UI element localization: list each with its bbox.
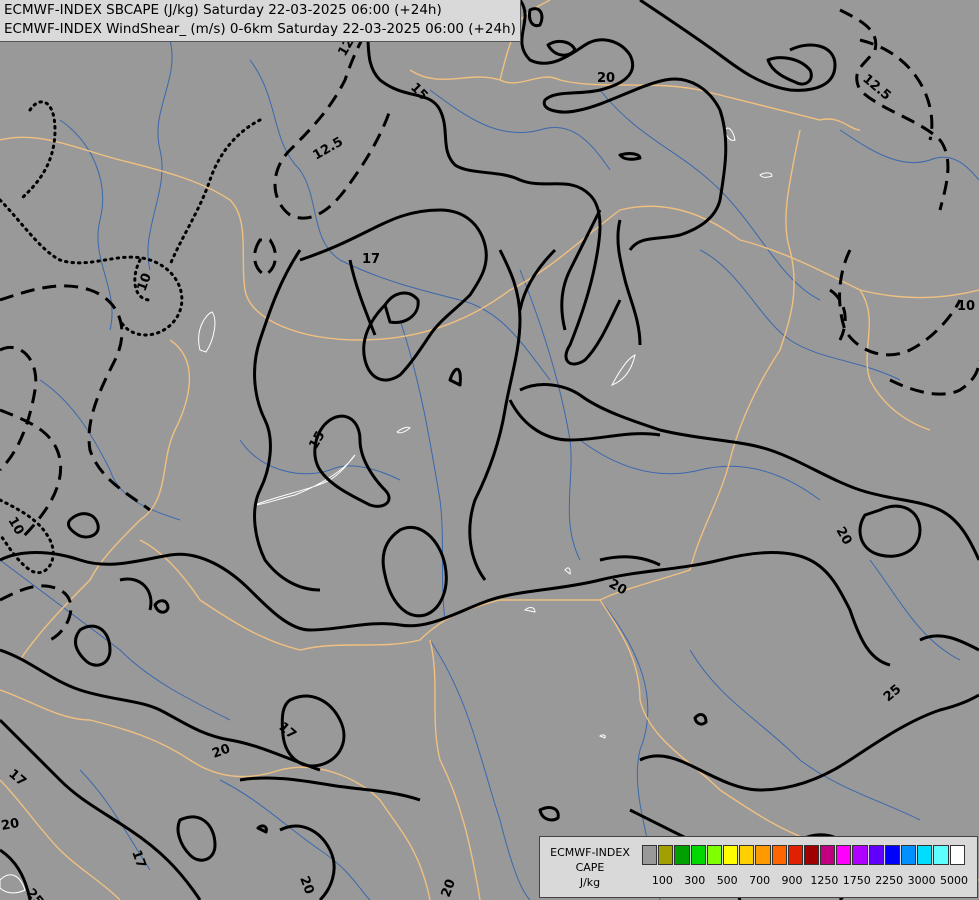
legend-swatch — [755, 845, 771, 865]
legend-swatch — [901, 845, 917, 865]
legend-swatch — [933, 845, 949, 865]
legend-swatch — [852, 845, 868, 865]
legend-tick-label: 300 — [684, 874, 706, 887]
legend-tick-label: 500 — [716, 874, 738, 887]
contour-label: 17 — [362, 252, 380, 267]
legend-swatch — [820, 845, 836, 865]
legend-tick-label: 700 — [749, 874, 771, 887]
legend-tick-label: 1250 — [810, 874, 839, 887]
legend-swatch — [884, 845, 900, 865]
legend-swatch — [771, 845, 787, 865]
header-line-sbcape: ECMWF-INDEX SBCAPE (J/kg) Saturday 22-03… — [4, 2, 442, 18]
legend-swatch — [803, 845, 820, 865]
map-background — [0, 0, 979, 900]
legend-ticks: 100 300 500 700 900 1250 1750 2250 3000 5000 — [636, 874, 976, 890]
legend-swatch — [690, 845, 706, 865]
contour-label: 20 — [0, 816, 20, 834]
legend-tick-label: 2250 — [875, 874, 904, 887]
header-line-windshear: ECMWF-INDEX WindShear_ (m/s) 0-6km Satur… — [4, 21, 516, 37]
map-header: ECMWF-INDEX SBCAPE (J/kg) Saturday 22-03… — [0, 0, 521, 42]
legend-tick-label: 1750 — [842, 874, 871, 887]
legend-tick-label: 3000 — [907, 874, 936, 887]
legend-title-field: CAPE — [575, 861, 605, 874]
legend-swatch — [722, 845, 739, 865]
legend-swatches — [642, 845, 966, 865]
legend-title-model: ECMWF-INDEX — [550, 846, 630, 859]
legend-swatch — [658, 845, 674, 865]
map-canvas: 15 12.5 20 12.5 12.5 10 17 15 10 20 20 2… — [0, 0, 979, 900]
legend-swatch — [739, 845, 755, 865]
cape-legend: ECMWF-INDEX CAPE J/kg 100 300 500 700 900 125… — [539, 836, 978, 898]
legend-swatch — [949, 845, 965, 865]
legend-swatch — [868, 845, 884, 865]
legend-title: ECMWF-INDEX CAPE J/kg — [544, 845, 636, 890]
legend-swatch — [787, 845, 803, 865]
legend-swatch — [706, 845, 722, 865]
contour-label: 10 — [957, 299, 975, 314]
legend-unit: J/kg — [579, 876, 601, 889]
legend-swatch — [836, 845, 852, 865]
contour-label: 20 — [597, 71, 615, 86]
legend-swatch — [917, 845, 933, 865]
legend-tick-label: 5000 — [940, 874, 968, 887]
legend-swatch — [642, 845, 658, 865]
legend-tick-label: 100 — [651, 874, 673, 887]
legend-tick-label: 900 — [781, 874, 803, 887]
legend-swatch — [674, 845, 690, 865]
